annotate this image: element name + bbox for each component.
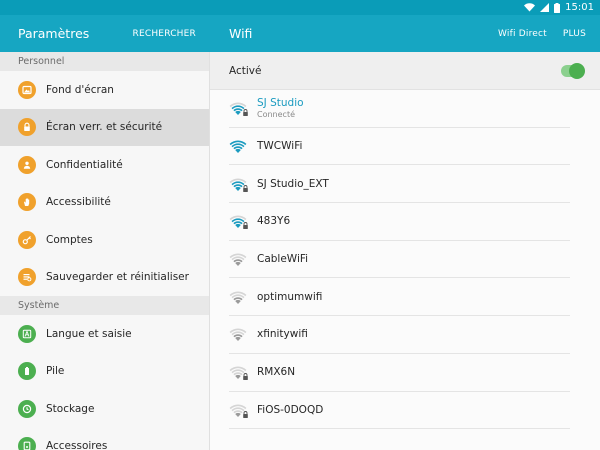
accessory-icon bbox=[18, 437, 36, 450]
network-text: 483Y6 bbox=[257, 215, 290, 227]
network-name: TWCWiFi bbox=[257, 140, 303, 153]
backup-icon bbox=[18, 268, 36, 287]
section-header: Personnel bbox=[0, 52, 209, 71]
network-row[interactable]: TWCWiFi bbox=[229, 128, 570, 166]
network-name: SJ Studio_EXT bbox=[257, 177, 329, 190]
lock-icon bbox=[18, 118, 36, 137]
network-row[interactable]: 483Y6 bbox=[229, 203, 570, 241]
section-header: Système bbox=[0, 296, 209, 315]
network-text: RMX6N bbox=[257, 366, 295, 378]
network-name: RMX6N bbox=[257, 366, 296, 379]
network-text: SJ Studio Connecté bbox=[257, 97, 304, 119]
settings-menu: Personnel Fond d'écran Écran verr. et sécu… bbox=[0, 52, 210, 450]
status-bar: 15:01 bbox=[0, 0, 600, 15]
network-name: xfinitywifi bbox=[257, 328, 308, 341]
menu-item-label: Langue et saisie bbox=[46, 327, 132, 340]
wifi-secured-icon bbox=[229, 365, 248, 381]
wifi-icon bbox=[229, 252, 247, 267]
network-row[interactable]: SJ Studio Connecté bbox=[229, 90, 570, 128]
hand-icon bbox=[18, 193, 36, 212]
wifi-title: Wifi bbox=[229, 26, 253, 41]
network-list: SJ Studio Connecté TWCWiFi SJ Studio_EXT 483… bbox=[210, 90, 600, 430]
wifi-secured-icon bbox=[229, 403, 248, 418]
settings-title: Paramètres bbox=[18, 26, 90, 41]
privacy-icon bbox=[18, 155, 36, 174]
more-button[interactable]: PLUS bbox=[563, 29, 586, 39]
menu-item-label: Écran verr. et sécurité bbox=[46, 121, 163, 134]
status-time: 15:01 bbox=[565, 2, 594, 13]
menu-item-label: Accessibilité bbox=[46, 196, 111, 209]
menu-item-label: Accessoires bbox=[46, 440, 108, 450]
network-name: optimumwifi bbox=[257, 290, 323, 303]
search-button[interactable]: RECHERCHER bbox=[133, 29, 196, 39]
wifi-toggle-row[interactable]: Activé bbox=[210, 52, 600, 90]
storage-icon bbox=[18, 399, 36, 418]
network-name: 483Y6 bbox=[257, 215, 291, 228]
network-row[interactable]: FiOS-0DOQD bbox=[229, 392, 570, 430]
menu-item-label: Comptes bbox=[46, 233, 93, 246]
network-text: FiOS-0DOQD bbox=[257, 404, 323, 416]
network-status: Connecté bbox=[257, 110, 295, 120]
signal-icon bbox=[540, 3, 550, 12]
battery-icon bbox=[554, 2, 561, 13]
network-text: CableWiFi bbox=[257, 253, 308, 265]
settings-header: Paramètres RECHERCHER bbox=[0, 15, 210, 52]
menu-item-label: Pile bbox=[46, 365, 65, 378]
menu-item[interactable]: Sauvegarder et réinitialiser bbox=[0, 259, 209, 297]
menu-item[interactable]: Comptes bbox=[0, 221, 209, 259]
menu-item-label: Stockage bbox=[46, 402, 95, 415]
network-row[interactable]: SJ Studio_EXT bbox=[229, 165, 570, 204]
network-text: TWCWiFi bbox=[257, 140, 302, 152]
network-name: CableWiFi bbox=[257, 253, 309, 266]
wifi-direct-button[interactable]: Wifi Direct bbox=[498, 29, 547, 39]
wifi-status-icon bbox=[524, 3, 536, 12]
menu-item-label: Sauvegarder et réinitialiser bbox=[46, 271, 189, 284]
menu-item[interactable]: Écran verr. et sécurité bbox=[0, 108, 209, 146]
network-text: optimumwifi bbox=[257, 291, 322, 303]
menu-item[interactable]: Pile bbox=[0, 353, 209, 391]
network-row[interactable]: CableWiFi bbox=[229, 241, 570, 279]
network-row[interactable]: optimumwifi bbox=[229, 278, 570, 317]
wifi-icon bbox=[229, 139, 247, 154]
menu-item[interactable]: Langue et saisie bbox=[0, 315, 209, 353]
wifi-secured-icon bbox=[229, 101, 248, 117]
wifi-secured-icon bbox=[229, 177, 248, 192]
menu-item-label: Confidentialité bbox=[46, 158, 123, 171]
wifi-toggle-switch[interactable] bbox=[561, 62, 585, 79]
wifi-secured-icon bbox=[229, 214, 248, 230]
key-icon bbox=[18, 230, 36, 249]
network-name: SJ Studio bbox=[257, 97, 304, 110]
battery-icon bbox=[18, 362, 36, 381]
wifi-icon bbox=[229, 327, 247, 342]
wifi-header: Wifi Wifi Direct PLUS bbox=[210, 15, 600, 52]
menu-item[interactable]: Accessibilité bbox=[0, 184, 209, 222]
wifi-panel: Activé SJ Studio Connecté TWCWiFi SJ Studio… bbox=[210, 52, 600, 450]
wifi-active-label: Activé bbox=[229, 64, 262, 77]
menu-item[interactable]: Stockage bbox=[0, 390, 209, 428]
network-text: SJ Studio_EXT bbox=[257, 178, 329, 190]
network-row[interactable]: xfinitywifi bbox=[229, 316, 570, 354]
network-row[interactable]: RMX6N bbox=[229, 354, 570, 392]
menu-item[interactable]: Confidentialité bbox=[0, 146, 209, 184]
network-text: xfinitywifi bbox=[257, 328, 308, 340]
toggle-knob bbox=[569, 62, 585, 79]
menu-item-label: Fond d'écran bbox=[46, 83, 114, 96]
network-name: FiOS-0DOQD bbox=[257, 403, 324, 416]
wifi-icon bbox=[229, 290, 247, 304]
wallpaper-icon bbox=[18, 80, 36, 99]
menu-item[interactable]: Accessoires bbox=[0, 428, 209, 450]
menu-item[interactable]: Fond d'écran bbox=[0, 71, 209, 109]
language-icon bbox=[18, 324, 36, 343]
